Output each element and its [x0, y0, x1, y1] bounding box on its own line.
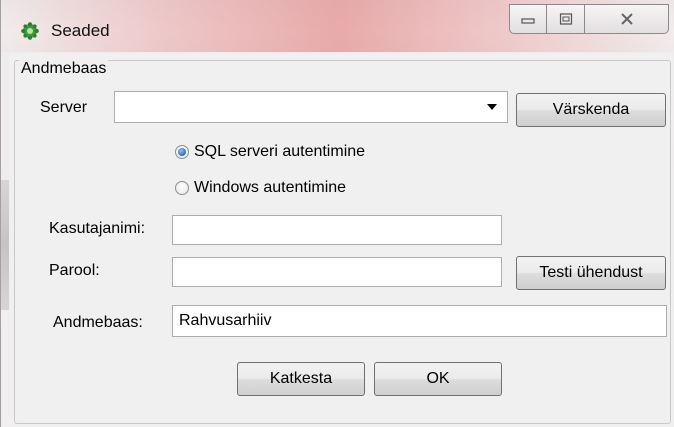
password-label: Parool: [49, 262, 100, 279]
server-label: Server [40, 99, 88, 116]
cancel-button[interactable]: Katkesta [237, 362, 365, 396]
gear-icon [21, 22, 39, 40]
window-controls [509, 4, 671, 36]
minimize-button[interactable] [509, 4, 547, 34]
windows-auth-label[interactable]: Windows autentimine [194, 178, 346, 198]
password-field[interactable] [172, 257, 502, 287]
groupbox-legend: Andmebaas [19, 60, 109, 78]
windows-auth-radio[interactable] [175, 181, 189, 195]
sql-auth-label[interactable]: SQL serveri autentimine [194, 142, 365, 162]
ok-button[interactable]: OK [374, 362, 502, 396]
test-connection-button[interactable]: Testi ühendust [516, 256, 666, 290]
minimize-icon [521, 18, 535, 24]
sql-auth-radio[interactable] [175, 145, 189, 159]
maximize-icon [559, 13, 572, 25]
database-field[interactable] [172, 305, 667, 337]
window-frame-edge [1, 180, 9, 310]
refresh-button[interactable]: Värskenda [516, 93, 666, 127]
window-title: Seaded [51, 21, 110, 40]
close-icon [620, 13, 633, 25]
chevron-down-icon[interactable] [487, 104, 497, 110]
title-bar[interactable]: Seaded [1, 0, 674, 52]
username-label: Kasutajanimi: [49, 220, 146, 237]
database-label: Andmebaas: [53, 314, 143, 331]
close-button[interactable] [585, 4, 669, 34]
maximize-button[interactable] [547, 4, 585, 34]
server-combobox[interactable] [114, 91, 508, 123]
settings-window: Seaded Andmebaas Server Värskenda SQL se… [0, 0, 674, 427]
username-field[interactable] [172, 215, 502, 245]
